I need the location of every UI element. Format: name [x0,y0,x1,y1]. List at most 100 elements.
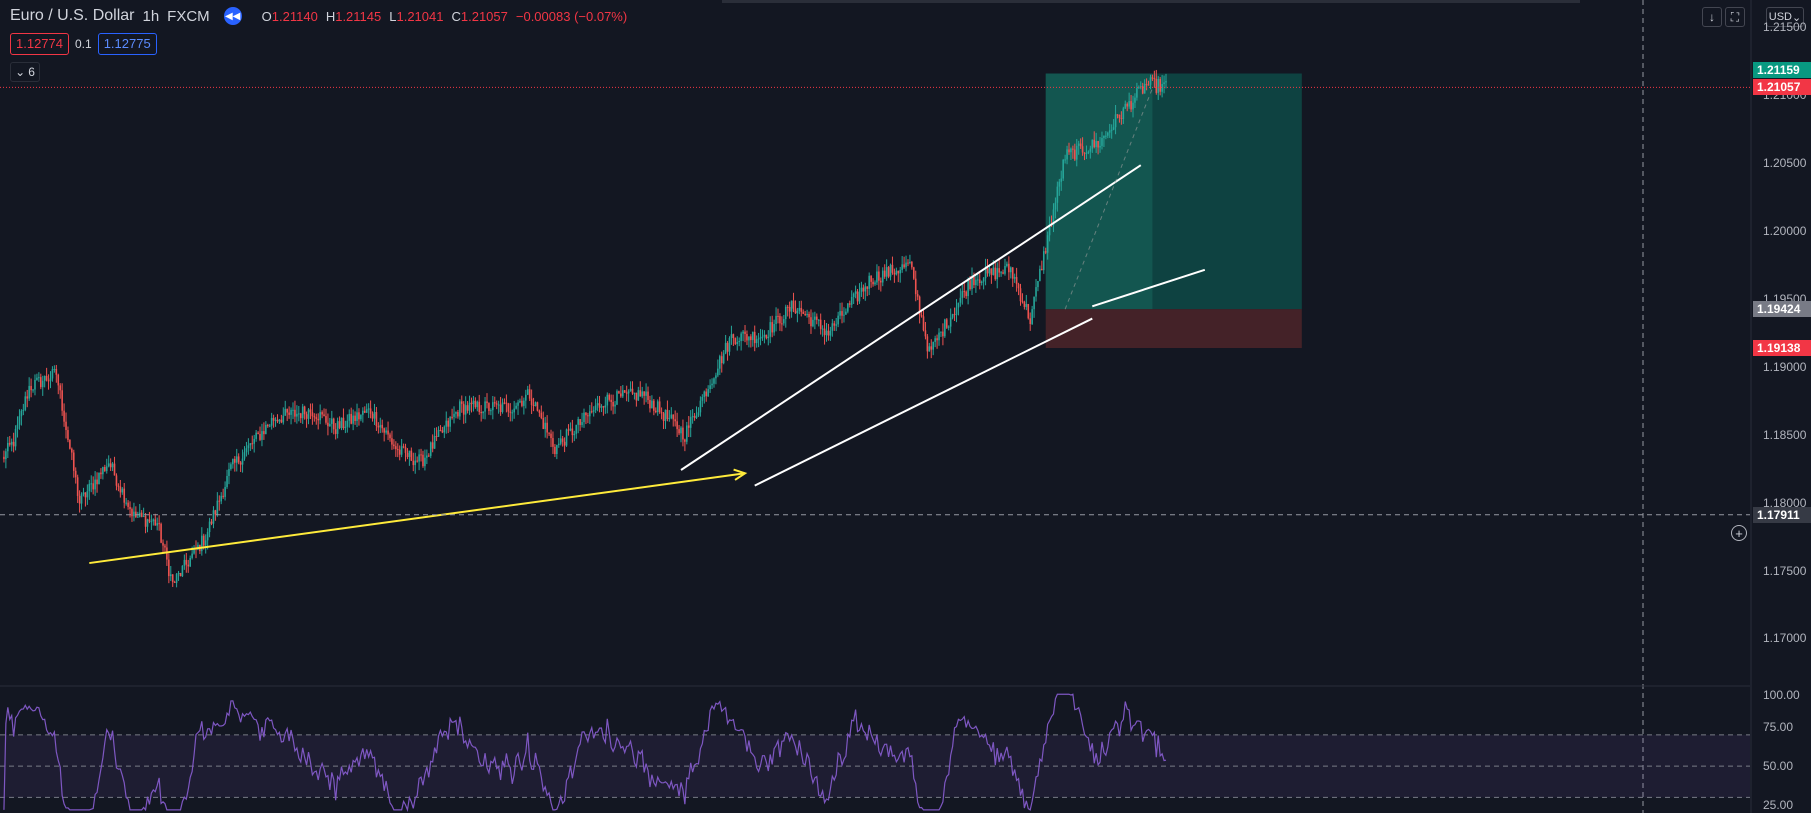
candle-body [521,400,523,406]
high-label: H [325,8,336,24]
candle-body [53,368,56,370]
candle-body [181,565,184,577]
indicators-count: 6 [28,65,35,79]
candle-body [96,479,98,485]
candle-body [410,450,413,461]
candle-body [1126,103,1128,107]
candle-body [381,424,384,429]
candle-body [1062,159,1064,179]
candle-body [497,404,500,406]
candle-body [575,424,578,434]
candle-body [216,500,219,515]
fullscreen-icon[interactable]: ⛶ [1725,7,1745,27]
candle-body [959,297,962,303]
candle-body [1027,304,1030,319]
candle-body [18,416,21,425]
candle-body [1159,78,1161,92]
candle-body [375,412,378,426]
candle-body [678,429,680,434]
candle-body [930,346,933,350]
candle-body [748,336,750,341]
candle-body [554,446,556,454]
candle-body [567,429,570,431]
candle-body [658,401,661,413]
candle-body [265,424,267,435]
candle-body [763,334,766,337]
candle-body [511,412,514,414]
candle-body [1097,141,1099,148]
plus-icon[interactable]: + [1731,525,1747,541]
candle-body [590,411,593,413]
chevron-down-icon: ⌄ [15,65,26,79]
interval-label[interactable]: 1h [142,8,159,25]
candle-body [154,519,157,526]
candle-body [790,300,793,312]
candle-body [926,336,929,352]
candle-body [949,317,952,327]
trend-line[interactable] [754,317,1093,487]
indicators-toggle[interactable]: ⌄ 6 [10,62,40,82]
candle-body [1108,130,1111,133]
candle-body [387,430,389,435]
candle-body [538,410,541,413]
candle-body [241,458,244,465]
candle-body [439,430,442,432]
candle-body [606,394,609,406]
candle-body [767,336,770,339]
candle-body [796,310,799,314]
candle-body [214,510,217,515]
buy-button[interactable]: 1.12775 [97,33,157,55]
candle-body [301,406,304,419]
candle-body [598,403,601,408]
candle-body [604,405,607,408]
candle-body [505,402,508,404]
candle-body [806,314,808,316]
candle-body [344,426,347,429]
arrow-line[interactable] [89,472,746,565]
candle-body [315,417,318,419]
candle-body [507,403,510,412]
candle-body [371,413,374,419]
chart-canvas[interactable] [0,0,1811,813]
candle-body [1132,102,1134,110]
candle-body [104,467,106,471]
candle-body [418,454,420,462]
sell-button[interactable]: 1.12774 [10,33,69,55]
candle-body [451,416,453,418]
candle-body [261,431,263,440]
replay-icon[interactable]: ◀◀ [223,7,242,25]
candle-body [162,542,164,546]
candle-body [978,279,981,283]
download-icon[interactable]: ↓ [1702,7,1722,27]
candle-body [1163,82,1165,85]
candle-body [647,391,649,401]
candle-body [40,377,42,388]
candle-body [202,535,205,546]
candle-body [1002,272,1004,274]
symbol-name[interactable]: Euro / U.S. Dollar [10,7,134,25]
candle-body [1105,135,1107,137]
stop-zone[interactable] [1045,309,1302,349]
candle-body [1165,81,1167,83]
candle-body [525,394,527,401]
candle-body [699,400,702,413]
drawings-layer[interactable] [89,88,1206,565]
candle-body [800,307,803,312]
candle-body [171,574,174,582]
candle-body [424,457,426,467]
candle-body [51,369,54,379]
price-tick: 1.17500 [1763,563,1807,578]
candle-body [942,331,944,337]
candle-body [864,286,867,292]
candle-body [893,272,896,275]
candle-body [105,466,108,471]
candle-body [284,408,287,416]
candle-body [272,417,275,421]
candle-body [548,432,550,434]
candle-body [480,411,482,414]
target-price-label: 1.21159 [1753,62,1811,79]
candle-body [817,319,820,321]
candle-body [854,291,857,294]
candle-body [643,391,645,396]
candle-body [1095,141,1097,148]
